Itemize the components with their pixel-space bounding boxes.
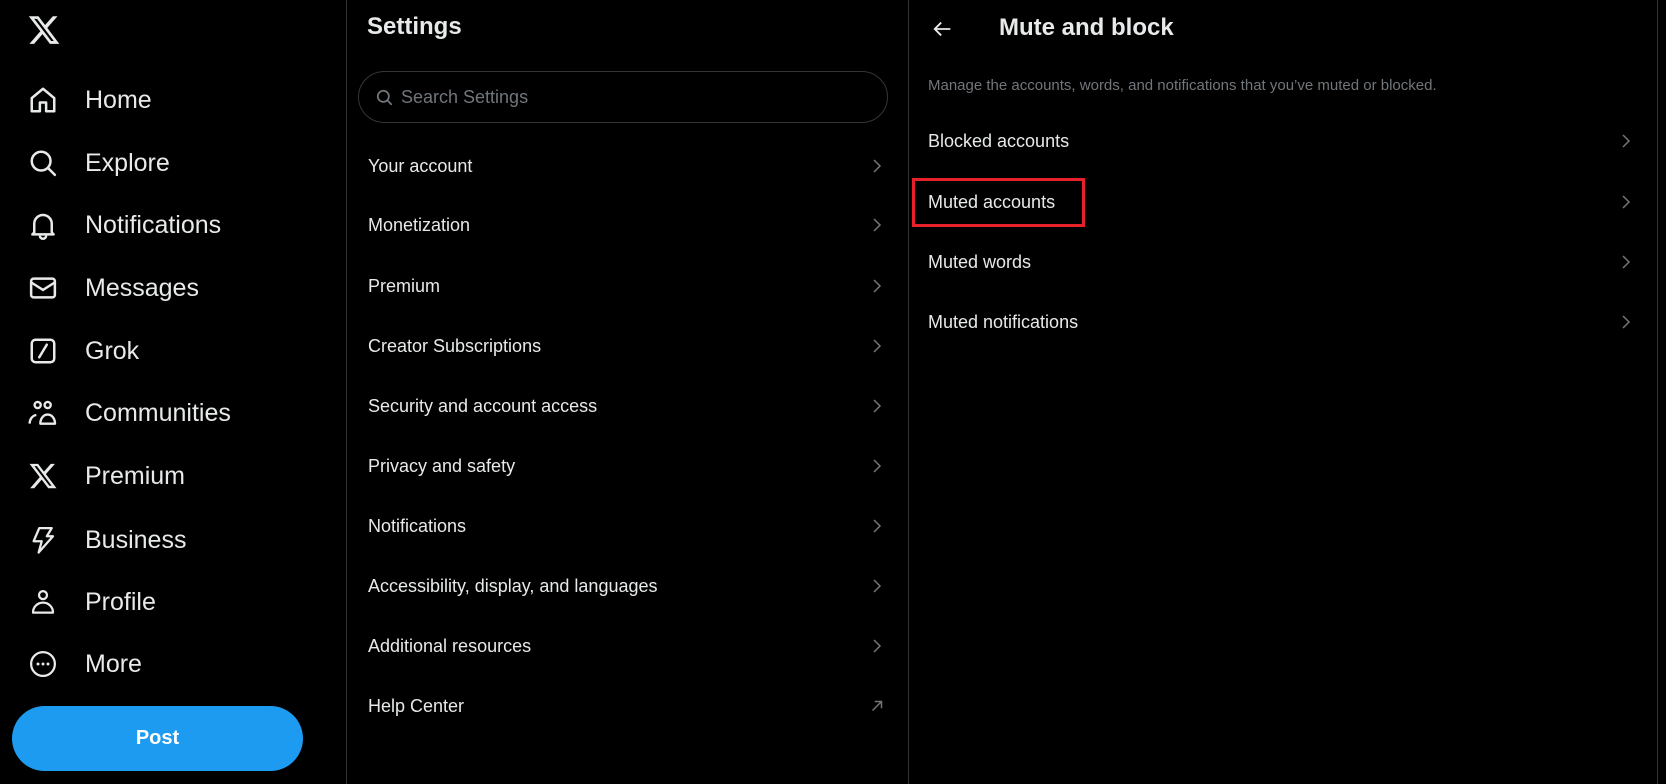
- settings-item-label: Accessibility, display, and languages: [368, 575, 658, 596]
- settings-item-label: Monetization: [368, 214, 471, 235]
- nav-label: More: [85, 649, 142, 678]
- nav-label: Messages: [85, 273, 199, 302]
- settings-item-label: Security and account access: [368, 395, 598, 416]
- nav-item-premium[interactable]: Premium: [0, 450, 330, 502]
- x-logo-icon[interactable]: [27, 13, 61, 47]
- settings-item-security[interactable]: Security and account access: [347, 378, 908, 434]
- item-label: Blocked accounts: [928, 130, 1070, 151]
- nav-label: Profile: [85, 587, 156, 616]
- arrow-left-icon: [932, 18, 954, 40]
- settings-item-label: Creator Subscriptions: [368, 335, 542, 356]
- settings-item-label: Help Center: [368, 695, 465, 716]
- nav-label: Notifications: [85, 210, 222, 239]
- settings-item-label: Notifications: [368, 515, 467, 536]
- nav-label: Home: [85, 85, 152, 114]
- chevron-right-icon: [868, 397, 886, 415]
- chevron-right-icon: [1617, 253, 1635, 271]
- more-circle-icon: [27, 648, 59, 680]
- grok-icon: [27, 335, 59, 367]
- blocked-accounts-item[interactable]: Blocked accounts: [908, 113, 1657, 169]
- settings-panel: Settings Your account Monetization Premi…: [346, 0, 909, 784]
- page-description: Manage the accounts, words, and notifica…: [928, 77, 1437, 94]
- search-settings-field[interactable]: [358, 71, 888, 123]
- primary-navigation: Home Explore Notifications Messages Grok…: [0, 0, 346, 784]
- envelope-icon: [27, 272, 59, 304]
- chevron-right-icon: [868, 277, 886, 295]
- nav-label: Grok: [85, 336, 140, 365]
- nav-item-home[interactable]: Home: [0, 74, 330, 126]
- chevron-right-icon: [868, 157, 886, 175]
- external-arrow-icon: [868, 697, 886, 715]
- chevron-right-icon: [868, 577, 886, 595]
- chevron-right-icon: [868, 517, 886, 535]
- settings-item-label: Your account: [368, 155, 473, 176]
- muted-accounts-item[interactable]: Muted accounts: [908, 174, 1657, 230]
- chevron-right-icon: [868, 457, 886, 475]
- nav-item-profile[interactable]: Profile: [0, 576, 330, 628]
- nav-label: Communities: [85, 398, 231, 427]
- settings-item-creator-subscriptions[interactable]: Creator Subscriptions: [347, 318, 908, 374]
- item-label: Muted accounts: [928, 191, 1056, 212]
- nav-label: Premium: [85, 461, 186, 490]
- x-logo-icon: [27, 460, 59, 492]
- settings-item-notifications[interactable]: Notifications: [347, 498, 908, 554]
- search-settings-input[interactable]: [399, 85, 863, 109]
- post-button[interactable]: Post: [12, 706, 303, 771]
- settings-item-accessibility[interactable]: Accessibility, display, and languages: [347, 558, 908, 614]
- chevron-right-icon: [868, 337, 886, 355]
- nav-item-notifications[interactable]: Notifications: [0, 199, 330, 251]
- settings-item-your-account[interactable]: Your account: [347, 138, 908, 194]
- settings-item-premium[interactable]: Premium: [347, 258, 908, 314]
- nav-label: Business: [85, 525, 187, 554]
- settings-item-label: Premium: [368, 275, 441, 296]
- chevron-right-icon: [1617, 313, 1635, 331]
- nav-label: Explore: [85, 148, 170, 177]
- item-label: Muted words: [928, 251, 1032, 272]
- people-icon: [27, 397, 59, 429]
- settings-item-monetization[interactable]: Monetization: [347, 197, 908, 253]
- nav-item-communities[interactable]: Communities: [0, 387, 330, 439]
- bell-icon: [27, 209, 59, 241]
- back-button[interactable]: [928, 14, 958, 44]
- chevron-right-icon: [1617, 132, 1635, 150]
- home-icon: [27, 84, 59, 116]
- search-icon: [375, 87, 395, 107]
- search-icon: [27, 147, 59, 179]
- settings-item-label: Additional resources: [368, 635, 532, 656]
- settings-item-help-center[interactable]: Help Center: [347, 678, 908, 734]
- chevron-right-icon: [868, 216, 886, 234]
- settings-item-label: Privacy and safety: [368, 455, 516, 476]
- settings-item-privacy[interactable]: Privacy and safety: [347, 438, 908, 494]
- nav-item-more[interactable]: More: [0, 638, 330, 690]
- chevron-right-icon: [868, 637, 886, 655]
- muted-words-item[interactable]: Muted words: [908, 234, 1657, 290]
- person-icon: [27, 586, 59, 618]
- nav-item-explore[interactable]: Explore: [0, 137, 330, 189]
- chevron-right-icon: [1617, 193, 1635, 211]
- nav-item-business[interactable]: Business: [0, 514, 330, 566]
- item-label: Muted notifications: [928, 311, 1079, 332]
- nav-item-messages[interactable]: Messages: [0, 262, 330, 314]
- settings-item-additional-resources[interactable]: Additional resources: [347, 618, 908, 674]
- muted-notifications-item[interactable]: Muted notifications: [908, 294, 1657, 350]
- mute-and-block-panel: Mute and block Manage the accounts, word…: [908, 0, 1658, 784]
- nav-item-grok[interactable]: Grok: [0, 325, 330, 377]
- page-title: Mute and block: [999, 14, 1174, 41]
- lightning-icon: [27, 524, 59, 556]
- settings-title: Settings: [367, 13, 462, 40]
